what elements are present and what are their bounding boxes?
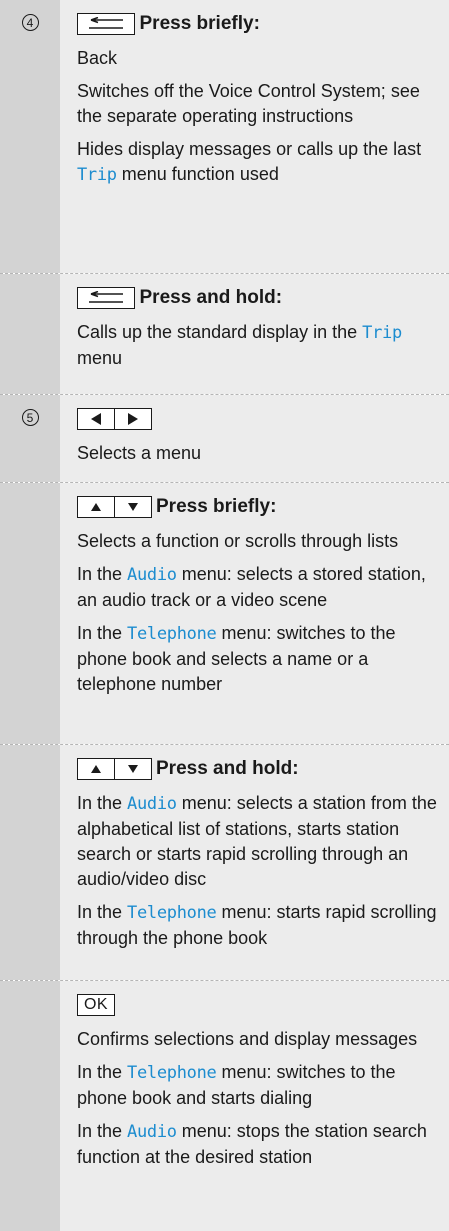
menu-name: Audio: [127, 565, 177, 585]
row-number-cell: [0, 745, 60, 980]
table-row: Press and hold: In the Audio menu: selec…: [0, 745, 449, 981]
menu-name: Trip: [77, 165, 117, 185]
key-action-label: Press and hold:: [156, 758, 299, 779]
description-text: In the Audio menu: selects a stored stat…: [77, 564, 426, 610]
menu-name: Audio: [127, 794, 177, 814]
menu-name: Telephone: [127, 903, 217, 923]
description-text: In the Telephone menu: starts rapid scro…: [77, 902, 437, 948]
description-cell: OK Confirms selections and display messa…: [60, 981, 449, 1231]
down-arrow-key-icon: [113, 496, 152, 518]
button-function-table: 4 Press briefly: Back Switches off the V…: [0, 0, 449, 1231]
row-number-cell: [0, 483, 60, 744]
description-cell: Selects a menu: [60, 395, 449, 482]
menu-name: Telephone: [127, 1063, 217, 1083]
key-action-label: Press briefly:: [156, 496, 277, 517]
right-arrow-key-icon: [113, 408, 152, 430]
ok-key: OK: [77, 994, 115, 1016]
description-text: Selects a menu: [77, 443, 202, 463]
description-cell: Press briefly: Selects a function or scr…: [60, 483, 449, 744]
item-number-badge: 4: [21, 14, 39, 31]
up-arrow-key-icon: [77, 496, 115, 518]
description-cell: Press and hold: In the Audio menu: selec…: [60, 745, 449, 980]
description-text: Selects a function or scrolls through li…: [77, 531, 399, 551]
menu-name: Trip: [362, 323, 402, 343]
left-arrow-key-icon: [77, 408, 115, 430]
menu-name: Telephone: [127, 624, 217, 644]
description-text: In the Audio menu: selects a station fro…: [77, 793, 437, 889]
item-number-badge: 5: [21, 409, 39, 426]
table-row: 4 Press briefly: Back Switches off the V…: [0, 0, 449, 274]
back-key-icon: [77, 13, 135, 35]
up-arrow-key-icon: [77, 758, 115, 780]
row-number-cell: [0, 274, 60, 394]
row-number-cell: 4: [0, 0, 60, 273]
description-text: In the Telephone menu: switches to the p…: [77, 1062, 396, 1108]
description-text: Hides display messages or calls up the l…: [77, 139, 422, 185]
row-number-cell: 5: [0, 395, 60, 482]
row-number-cell: [0, 981, 60, 1231]
table-row: OK Confirms selections and display messa…: [0, 981, 449, 1231]
table-row: Press briefly: Selects a function or scr…: [0, 483, 449, 745]
menu-name: Audio: [127, 1122, 177, 1142]
key-action-label: Press and hold:: [139, 287, 283, 308]
down-arrow-key-icon: [113, 758, 152, 780]
description-text: Calls up the standard display in the Tri…: [77, 322, 402, 368]
description-cell: Press and hold: Calls up the standard di…: [60, 274, 449, 394]
table-row: Press and hold: Calls up the standard di…: [0, 274, 449, 395]
description-text: Switches off the Voice Control System; s…: [77, 81, 420, 126]
description-text: In the Audio menu: stops the station sea…: [77, 1121, 427, 1167]
description-text: Confirms selections and display messages: [77, 1029, 418, 1049]
description-text: Back: [77, 48, 118, 68]
table-row: 5 Selects a menu: [0, 395, 449, 483]
back-key-icon: [77, 287, 135, 309]
description-text: In the Telephone menu: switches to the p…: [77, 623, 396, 694]
key-action-label: Press briefly:: [139, 13, 260, 34]
description-cell: Press briefly: Back Switches off the Voi…: [60, 0, 449, 273]
